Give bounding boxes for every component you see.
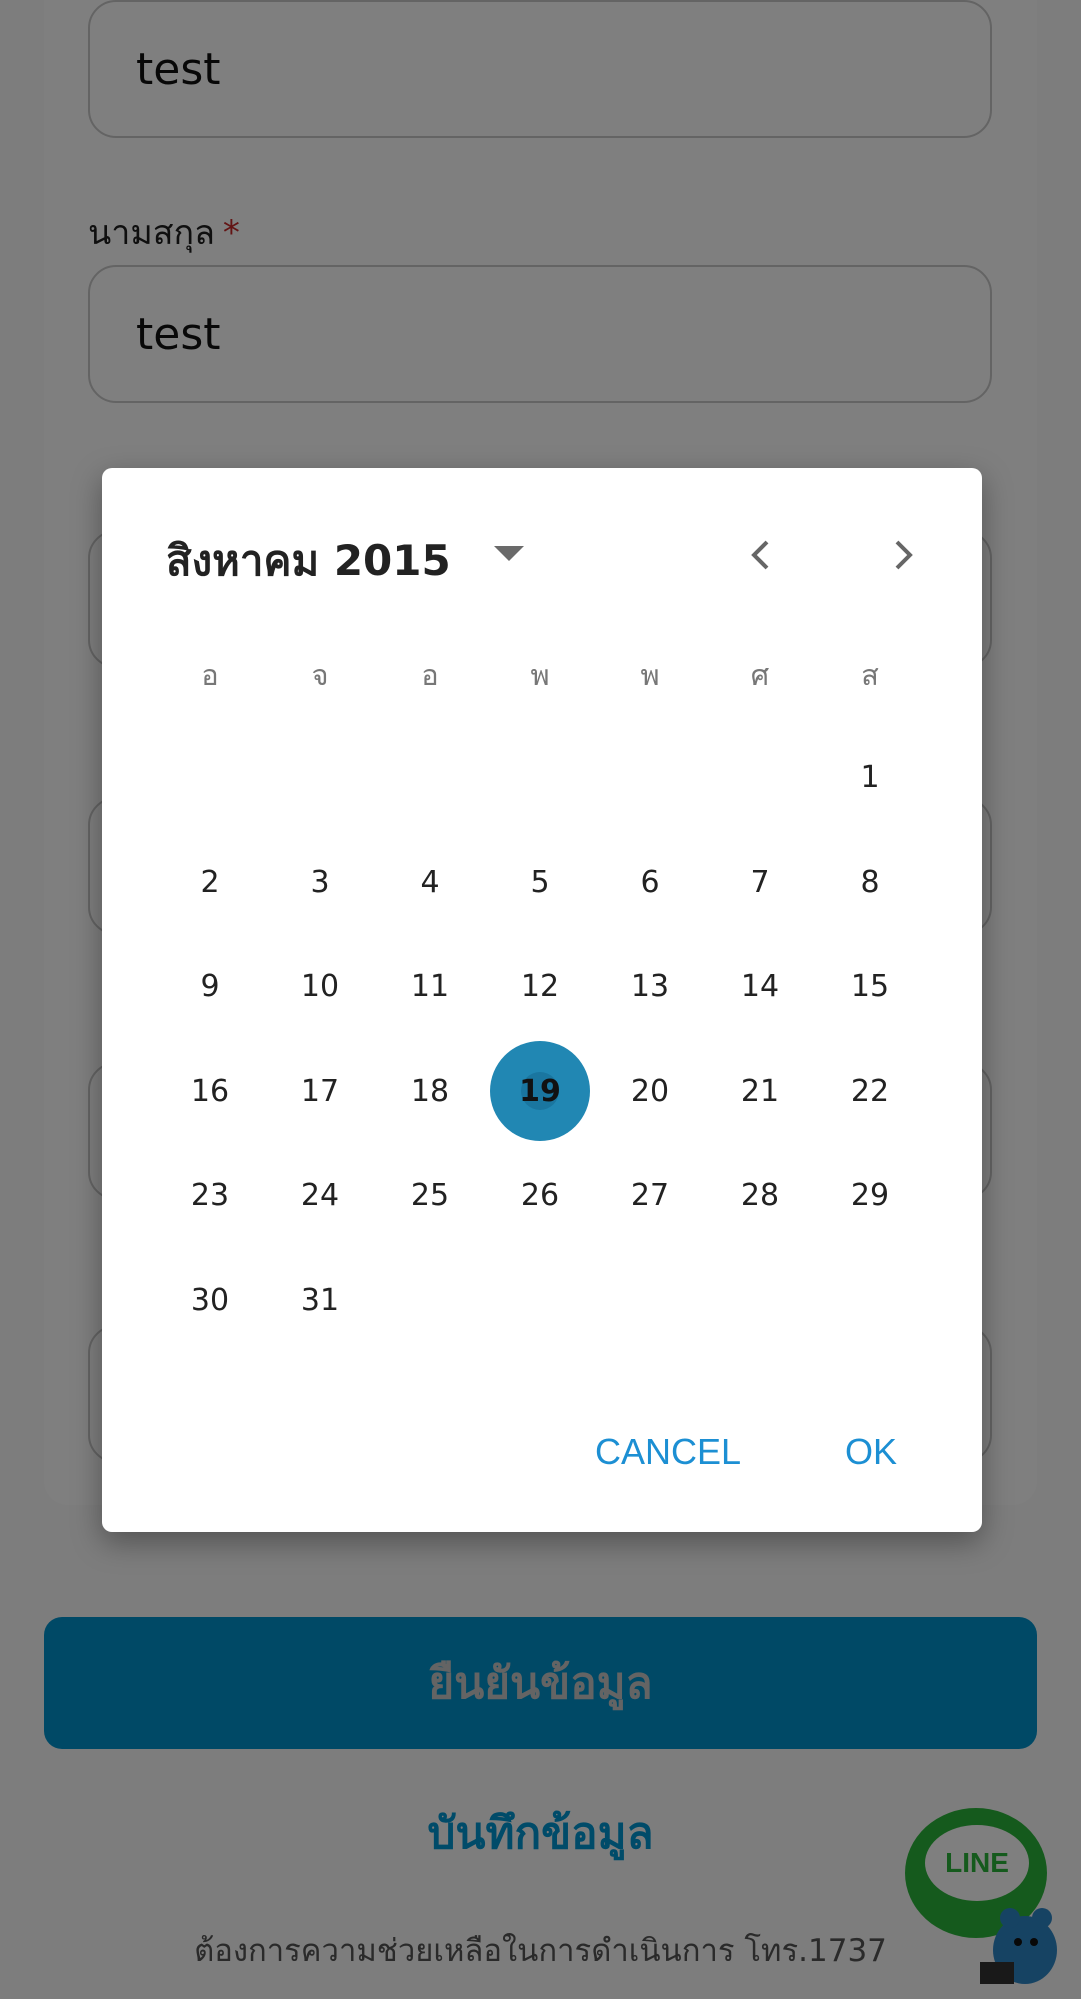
day-cell[interactable]: 26 xyxy=(490,1145,590,1245)
day-cell[interactable]: 9 xyxy=(160,936,260,1036)
day-cell[interactable]: 1 xyxy=(820,727,920,827)
day-number: 22 xyxy=(850,1073,890,1109)
day-number: 24 xyxy=(300,1177,340,1213)
day-number: 10 xyxy=(300,968,340,1004)
day-number: 25 xyxy=(410,1177,450,1213)
day-number: 8 xyxy=(860,864,880,900)
day-number: 11 xyxy=(410,968,450,1004)
day-number: 3 xyxy=(310,864,330,900)
day-cell[interactable]: 21 xyxy=(710,1041,810,1141)
weekday-label: อ xyxy=(201,658,219,692)
weekday-label: พ xyxy=(640,658,660,692)
day-number: 18 xyxy=(410,1073,450,1109)
weekday-label: จ xyxy=(311,658,329,692)
day-cell[interactable]: 15 xyxy=(820,936,920,1036)
day-number: 9 xyxy=(200,968,220,1004)
day-cell[interactable]: 27 xyxy=(600,1145,700,1245)
day-cell[interactable]: 29 xyxy=(820,1145,920,1245)
day-cell[interactable]: 11 xyxy=(380,936,480,1036)
day-number: 4 xyxy=(420,864,440,900)
day-number: 21 xyxy=(740,1073,780,1109)
day-number: 6 xyxy=(640,864,660,900)
day-cell[interactable]: 20 xyxy=(600,1041,700,1141)
day-cell[interactable]: 16 xyxy=(160,1041,260,1141)
day-number: 17 xyxy=(300,1073,340,1109)
day-cell[interactable]: 8 xyxy=(820,832,920,932)
day-number: 1 xyxy=(860,759,880,795)
day-cell[interactable]: 17 xyxy=(270,1041,370,1141)
day-cell[interactable]: 5 xyxy=(490,832,590,932)
day-number: 26 xyxy=(520,1177,560,1213)
day-number: 5 xyxy=(530,864,550,900)
day-cell[interactable]: 30 xyxy=(160,1250,260,1350)
day-number: 15 xyxy=(850,968,890,1004)
day-number: 29 xyxy=(850,1177,890,1213)
day-cell[interactable]: 4 xyxy=(380,832,480,932)
day-number: 23 xyxy=(190,1177,230,1213)
day-number: 31 xyxy=(300,1282,340,1318)
cancel-button[interactable]: CANCEL xyxy=(595,1431,741,1473)
day-cell[interactable]: 28 xyxy=(710,1145,810,1245)
selected-day[interactable]: 19 xyxy=(490,1041,590,1141)
day-number: 13 xyxy=(630,968,670,1004)
weekday-label: ศ xyxy=(750,658,770,692)
day-number: 28 xyxy=(740,1177,780,1213)
previous-month-icon[interactable] xyxy=(737,530,787,580)
day-cell[interactable]: 14 xyxy=(710,936,810,1036)
month-dropdown-icon[interactable] xyxy=(494,546,524,561)
day-number: 27 xyxy=(630,1177,670,1213)
day-cell[interactable]: 25 xyxy=(380,1145,480,1245)
day-cell[interactable]: 10 xyxy=(270,936,370,1036)
date-picker-dialog: สิงหาคม 2015 อจอพพศส 1 2 3 4 5 6 7 8 9 10 11 12 13 14… xyxy=(102,468,982,1532)
month-year-title[interactable]: สิงหาคม 2015 xyxy=(166,528,451,594)
day-cell[interactable]: 12 xyxy=(490,936,590,1036)
ok-button[interactable]: OK xyxy=(845,1431,897,1473)
day-cell[interactable]: 18 xyxy=(380,1041,480,1141)
day-number: 12 xyxy=(520,968,560,1004)
day-number: 19 xyxy=(519,1073,561,1109)
day-number: 30 xyxy=(190,1282,230,1318)
day-cell[interactable]: 6 xyxy=(600,832,700,932)
day-cell[interactable]: 2 xyxy=(160,832,260,932)
day-cell[interactable]: 24 xyxy=(270,1145,370,1245)
day-cell[interactable]: 3 xyxy=(270,832,370,932)
day-number: 2 xyxy=(200,864,220,900)
day-number: 20 xyxy=(630,1073,670,1109)
day-number: 14 xyxy=(740,968,780,1004)
day-cell[interactable]: 22 xyxy=(820,1041,920,1141)
weekday-label: อ xyxy=(421,658,439,692)
weekday-label: พ xyxy=(530,658,550,692)
weekday-label: ส xyxy=(861,658,879,692)
day-cell[interactable]: 13 xyxy=(600,936,700,1036)
day-number: 16 xyxy=(190,1073,230,1109)
day-cell[interactable]: 23 xyxy=(160,1145,260,1245)
next-month-icon[interactable] xyxy=(877,530,927,580)
day-cell[interactable]: 31 xyxy=(270,1250,370,1350)
day-number: 7 xyxy=(750,864,770,900)
day-cell[interactable]: 7 xyxy=(710,832,810,932)
